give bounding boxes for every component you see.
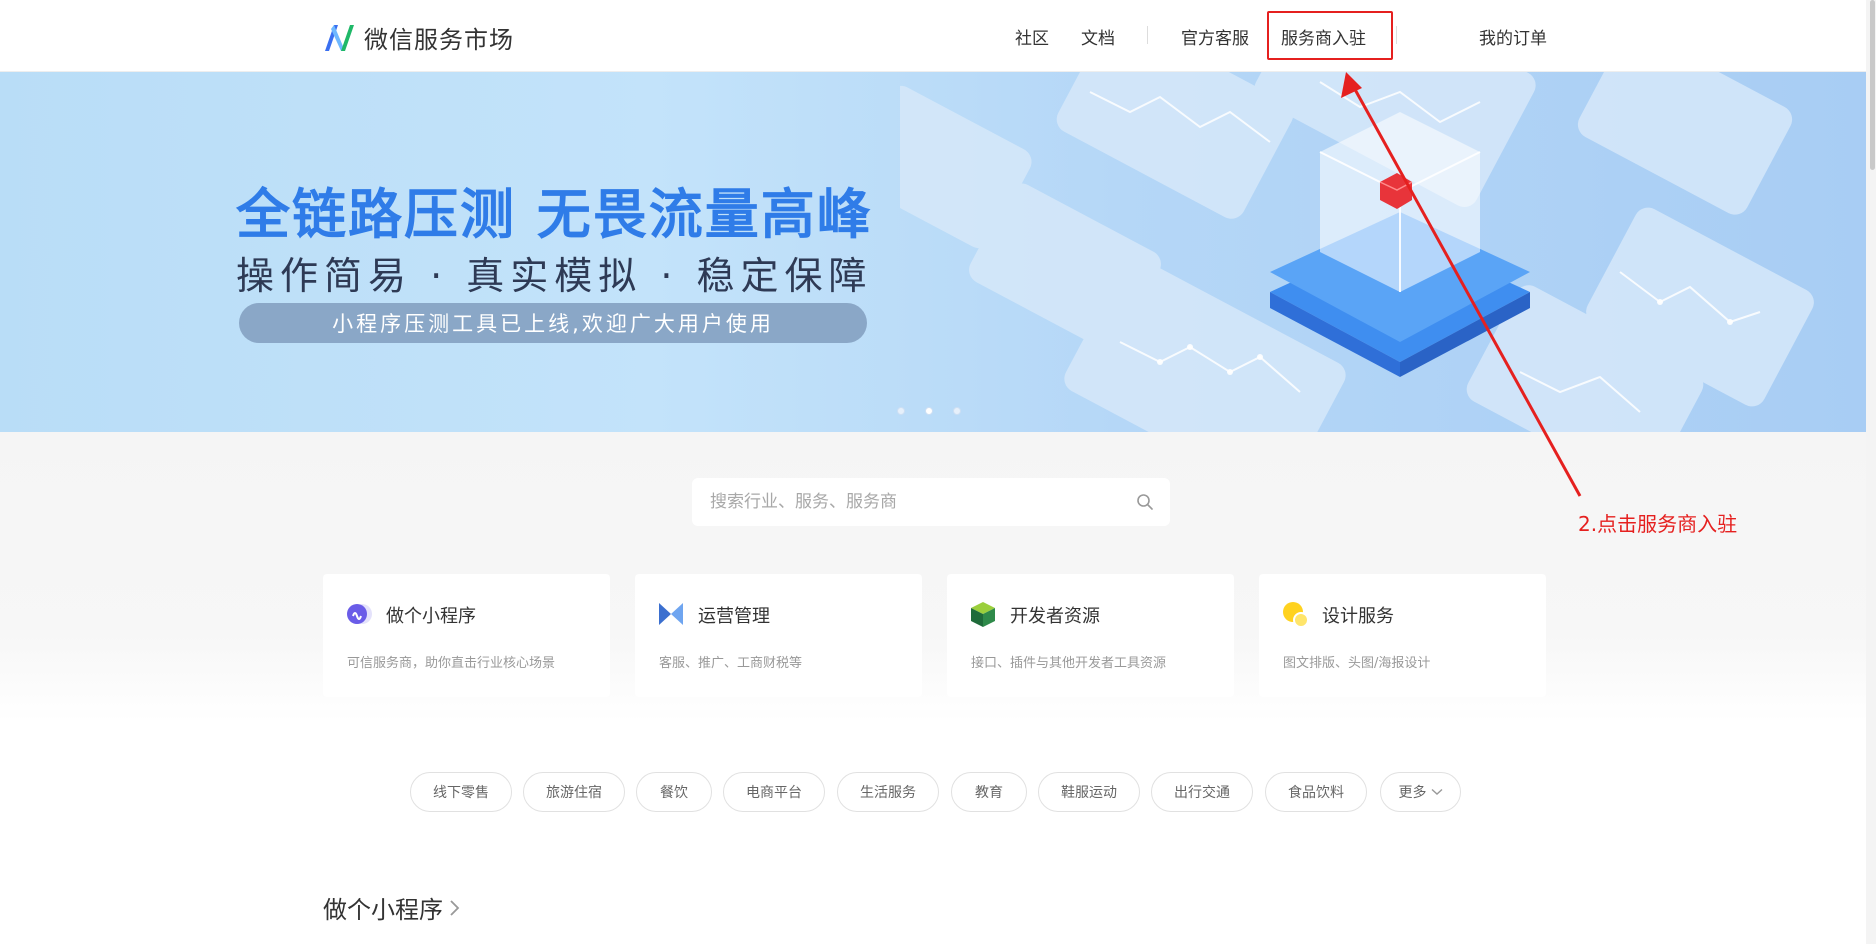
tag-apparel-sports[interactable]: 鞋服运动 [1038, 772, 1140, 812]
chevron-down-icon [1431, 788, 1442, 795]
site-logo[interactable]: 微信服务市场 [323, 20, 514, 55]
category-card-mini-program[interactable]: 做个小程序 可信服务商，助你直击行业核心场景 [323, 574, 610, 697]
category-card-developer[interactable]: 开发者资源 接口、插件与其他开发者工具资源 [947, 574, 1234, 697]
nav-community[interactable]: 社区 [1015, 24, 1049, 49]
card-description: 可信服务商，助你直击行业核心场景 [347, 656, 556, 671]
card-title: 开发者资源 [1010, 606, 1100, 627]
tag-education[interactable]: 教育 [951, 772, 1027, 812]
carousel-dot[interactable] [897, 407, 905, 415]
tag-catering[interactable]: 餐饮 [636, 772, 712, 812]
developer-cube-icon [971, 602, 995, 627]
banner-announcement: 小程序压测工具已上线,欢迎广大用户使用 [239, 303, 867, 343]
nav-divider [1147, 26, 1148, 44]
operations-icon [659, 603, 683, 625]
card-description: 接口、插件与其他开发者工具资源 [971, 656, 1167, 671]
tag-more[interactable]: 更多 [1380, 772, 1461, 812]
section-title[interactable]: 做个小程序 [323, 890, 461, 925]
carousel-dot[interactable] [953, 407, 961, 415]
card-title: 做个小程序 [386, 606, 476, 627]
nav-support[interactable]: 官方客服 [1181, 24, 1249, 49]
tag-ecommerce[interactable]: 电商平台 [723, 772, 825, 812]
search-bar[interactable] [692, 478, 1170, 526]
design-circles-icon [1283, 602, 1309, 628]
category-card-operations[interactable]: 运营管理 客服、推广、工商财税等 [635, 574, 922, 697]
search-section [0, 432, 1866, 722]
banner-title: 全链路压测 无畏流量高峰 [236, 183, 873, 246]
search-input[interactable] [708, 491, 1136, 513]
tag-travel-lodging[interactable]: 旅游住宿 [523, 772, 625, 812]
card-title: 设计服务 [1322, 606, 1394, 627]
banner-illustration [900, 72, 1814, 432]
wechat-service-logo-icon [325, 24, 354, 51]
card-title: 运营管理 [698, 606, 770, 627]
tag-transportation[interactable]: 出行交通 [1151, 772, 1253, 812]
hero-banner[interactable]: 全链路压测 无畏流量高峰 操作简易 · 真实模拟 · 稳定保障 小程序压测工具已… [0, 72, 1866, 432]
category-card-design[interactable]: 设计服务 图文排版、头图/海报设计 [1259, 574, 1546, 697]
section-title-text: 做个小程序 [323, 896, 443, 924]
carousel-dot-active[interactable] [925, 407, 933, 415]
nav-my-orders[interactable]: 我的订单 [1479, 24, 1547, 49]
carousel-dots [897, 407, 961, 415]
search-icon[interactable] [1136, 493, 1154, 511]
scrollbar-thumb[interactable] [1870, 0, 1875, 170]
tag-more-label: 更多 [1398, 785, 1427, 801]
mini-program-icon [347, 604, 372, 624]
card-description: 客服、推广、工商财税等 [659, 656, 803, 671]
banner-subtitle: 操作简易 · 真实模拟 · 稳定保障 [236, 254, 873, 298]
annotation-label: 2.点击服务商入驻 [1578, 512, 1738, 536]
tag-food-beverage[interactable]: 食品饮料 [1265, 772, 1367, 812]
top-header: 微信服务市场 社区 文档 官方客服 服务商入驻 我的订单 [0, 0, 1876, 72]
card-description: 图文排版、头图/海报设计 [1283, 656, 1431, 671]
chevron-right-icon [450, 899, 460, 916]
nav-divider [1396, 26, 1397, 44]
nav-docs[interactable]: 文档 [1081, 24, 1115, 49]
annotation-highlight-box [1267, 11, 1393, 60]
tag-offline-retail[interactable]: 线下零售 [410, 772, 512, 812]
tag-life-services[interactable]: 生活服务 [837, 772, 939, 812]
logo-text: 微信服务市场 [364, 26, 514, 54]
